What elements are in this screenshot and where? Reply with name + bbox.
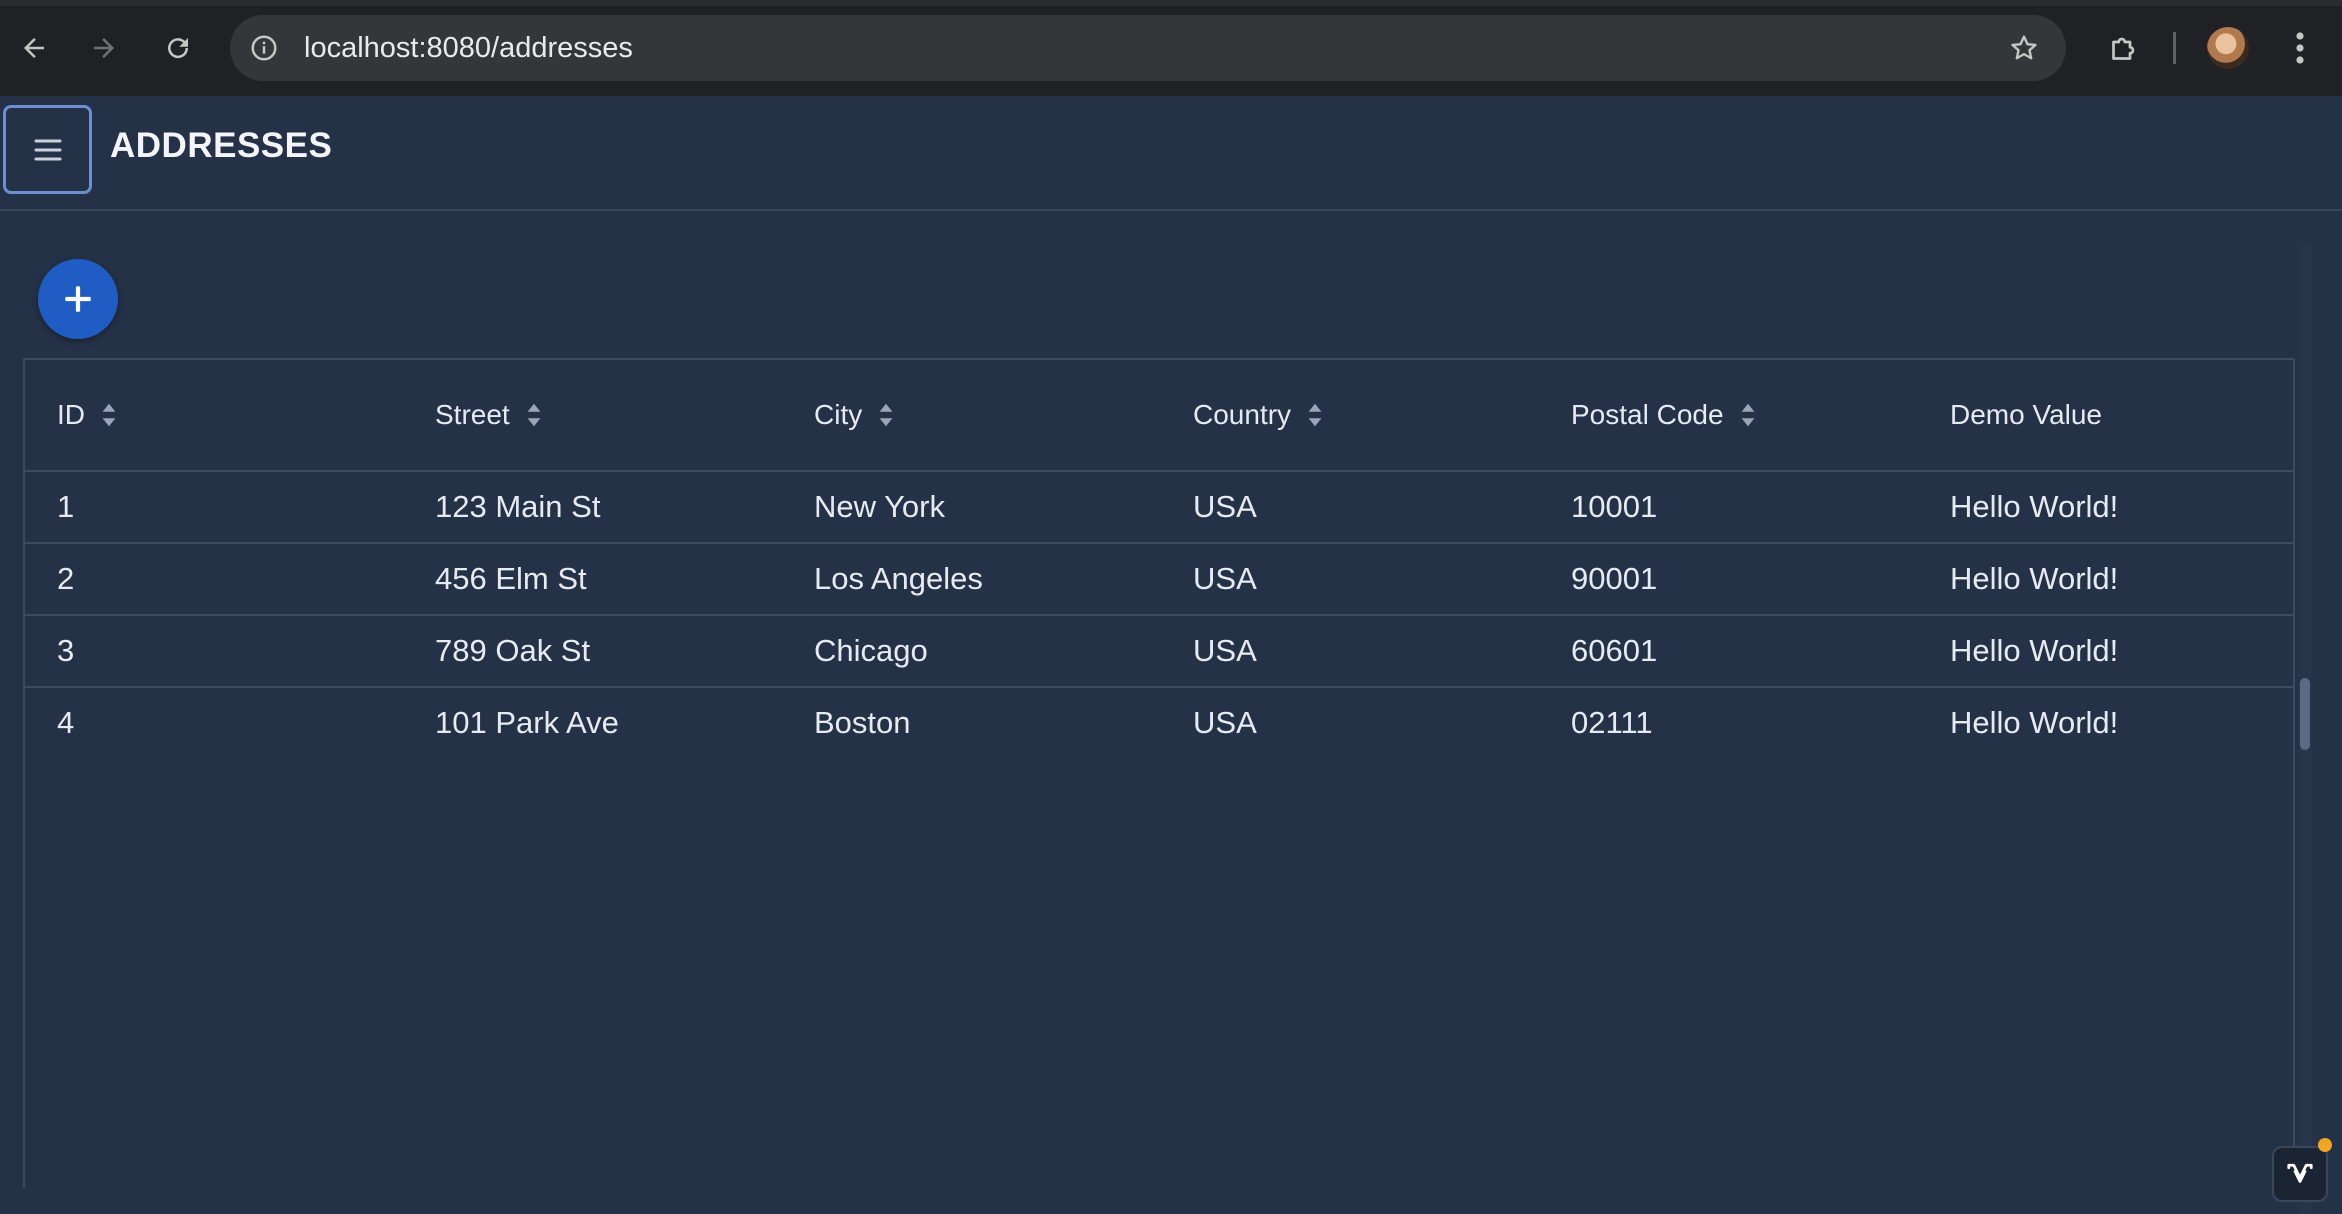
more-vert-icon — [2296, 32, 2304, 64]
cell-id: 3 — [57, 633, 75, 668]
notification-dot — [2318, 1138, 2332, 1152]
page-title: ADDRESSES — [110, 126, 333, 165]
back-arrow-icon — [24, 38, 44, 58]
table-row[interactable]: 2 456 Elm St Los Angeles USA 90001 Hello… — [25, 544, 2293, 616]
app-header: ADDRESSES — [0, 96, 2342, 211]
scrollbar-thumb[interactable] — [2300, 678, 2310, 750]
cell-street: 789 Oak St — [435, 633, 591, 668]
sort-icon[interactable] — [526, 402, 542, 428]
site-info-icon — [251, 35, 277, 61]
add-address-button[interactable] — [38, 259, 118, 339]
cell-postal-code: 90001 — [1571, 561, 1658, 596]
bookmark-button[interactable] — [2006, 30, 2042, 66]
bookmark-star-icon — [2011, 35, 2037, 60]
cell-id: 2 — [57, 561, 75, 596]
cell-city: Boston — [814, 705, 911, 740]
cell-demo-value: Hello World! — [1950, 705, 2119, 740]
forward-arrow-icon — [94, 38, 114, 58]
table-row[interactable]: 3 789 Oak St Chicago USA 60601 Hello Wor… — [25, 616, 2293, 688]
tab-strip-edge — [0, 0, 2342, 6]
cell-city: Chicago — [814, 633, 928, 668]
cell-postal-code: 10001 — [1571, 489, 1658, 524]
cell-demo-value: Hello World! — [1950, 489, 2119, 524]
column-header-label: ID — [57, 399, 85, 430]
column-header-label: Country — [1193, 399, 1292, 430]
cell-street: 123 Main St — [435, 489, 601, 524]
cell-country: USA — [1193, 633, 1257, 668]
browser-toolbar: localhost:8080/addresses — [0, 0, 2342, 96]
site-info-button[interactable] — [246, 30, 282, 66]
cell-demo-value: Hello World! — [1950, 633, 2119, 668]
toolbar-divider — [2173, 32, 2176, 64]
address-bar[interactable]: localhost:8080/addresses — [230, 15, 2066, 81]
extensions-icon — [2112, 37, 2135, 60]
cell-city: New York — [814, 489, 945, 524]
hamburger-menu-icon — [34, 139, 61, 160]
column-header-label: Demo Value — [1950, 399, 2103, 430]
column-header-demo-value: Demo Value — [1950, 360, 2102, 470]
vaadin-logo-icon — [2287, 1163, 2313, 1183]
sort-icon[interactable] — [1307, 402, 1323, 428]
cell-postal-code: 60601 — [1571, 633, 1658, 668]
cell-postal-code: 02111 — [1571, 705, 1653, 740]
sort-icon[interactable] — [1740, 402, 1756, 428]
cell-id: 1 — [57, 489, 75, 524]
dev-tools-button[interactable] — [2272, 1146, 2328, 1202]
reload-button[interactable] — [154, 24, 202, 72]
reload-icon — [168, 38, 189, 59]
column-header-label: City — [814, 399, 863, 430]
cell-id: 4 — [57, 705, 75, 740]
cell-country: USA — [1193, 705, 1257, 740]
table-row[interactable]: 4 101 Park Ave Boston USA 02111 Hello Wo… — [25, 688, 2293, 760]
column-header-label: Street — [435, 399, 510, 430]
column-header-id[interactable]: ID — [57, 360, 117, 470]
column-header-postal-code[interactable]: Postal Code — [1571, 360, 1756, 470]
forward-button[interactable] — [80, 24, 128, 72]
addresses-grid: ID Street City Country Postal Code Demo … — [23, 358, 2295, 1188]
extensions-button[interactable] — [2100, 24, 2148, 72]
drawer-toggle-button[interactable] — [3, 105, 92, 194]
plus-icon — [65, 286, 91, 312]
column-header-country[interactable]: Country — [1193, 360, 1323, 470]
column-header-city[interactable]: City — [814, 360, 894, 470]
table-row[interactable]: 1 123 Main St New York USA 10001 Hello W… — [25, 472, 2293, 544]
browser-menu-button[interactable] — [2282, 24, 2318, 72]
cell-city: Los Angeles — [814, 561, 983, 596]
back-button[interactable] — [10, 24, 58, 72]
column-header-label: Postal Code — [1571, 399, 1724, 430]
cell-country: USA — [1193, 489, 1257, 524]
cell-demo-value: Hello World! — [1950, 561, 2119, 596]
avatar[interactable] — [2207, 27, 2249, 69]
cell-street: 456 Elm St — [435, 561, 587, 596]
sort-icon[interactable] — [101, 402, 117, 428]
cell-street: 101 Park Ave — [435, 705, 619, 740]
cell-country: USA — [1193, 561, 1257, 596]
column-header-street[interactable]: Street — [435, 360, 542, 470]
url-text[interactable]: localhost:8080/addresses — [304, 15, 633, 81]
grid-header-row: ID Street City Country Postal Code Demo … — [25, 360, 2293, 472]
sort-icon[interactable] — [878, 402, 894, 428]
